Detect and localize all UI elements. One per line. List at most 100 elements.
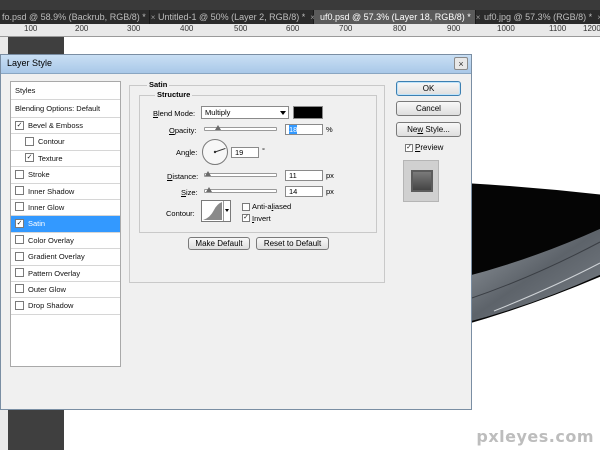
slider-thumb[interactable] (205, 171, 212, 176)
texture-item[interactable]: ✓ Texture (11, 151, 120, 168)
contour-picker[interactable] (201, 200, 231, 222)
chevron-down-icon (280, 111, 286, 115)
tab-uf0-jpg[interactable]: uf0.jpg @ 57.3% (RGB/8) * × (476, 10, 600, 24)
distance-unit: px (326, 171, 334, 180)
list-item-label: Texture (38, 153, 63, 163)
structure-group-title: Structure (155, 90, 193, 99)
preview-checkbox[interactable]: ✓ (405, 144, 413, 152)
reset-to-default-button[interactable]: Reset to Default (256, 237, 329, 250)
list-item-label: Outer Glow (28, 284, 66, 294)
color-overlay-item[interactable]: Color Overlay (11, 233, 120, 250)
new-style-button[interactable]: New Style... (396, 122, 461, 137)
list-item-label: Inner Glow (28, 202, 65, 212)
stroke-checkbox[interactable] (15, 169, 24, 179)
ruler-number: 900 (447, 24, 461, 33)
close-icon[interactable]: × (454, 57, 468, 70)
tab-label: fo.psd @ 58.9% (Backrub, RGB/8) * (2, 12, 146, 22)
contour-dropdown[interactable] (223, 201, 230, 221)
slider-thumb[interactable] (206, 187, 213, 192)
satin-checkbox[interactable]: ✓ (15, 218, 24, 228)
make-default-button[interactable]: Make Default (188, 237, 250, 250)
list-item-label: Drop Shadow (28, 301, 74, 311)
pattern-overlay-checkbox[interactable] (15, 268, 24, 278)
label-text: lend Mode: (158, 109, 196, 118)
opacity-input[interactable]: 18 (285, 124, 323, 135)
tab-fo-psd[interactable]: fo.psd @ 58.9% (Backrub, RGB/8) * × (0, 10, 155, 24)
opacity-label: Opacity: (169, 126, 197, 135)
slider-thumb[interactable] (214, 125, 221, 130)
stroke-item[interactable]: Stroke (11, 167, 120, 184)
styles-header[interactable]: Styles (11, 82, 120, 100)
inner-glow-checkbox[interactable] (15, 202, 24, 212)
tab-label: uf0.psd @ 57.3% (Layer 18, RGB/8) * (320, 12, 471, 22)
inner-glow-item[interactable]: Inner Glow (11, 200, 120, 217)
label-text: ize: (186, 188, 198, 197)
ruler-number: 1200 (583, 24, 600, 33)
drop-shadow-item[interactable]: Drop Shadow (11, 298, 120, 315)
opacity-unit: % (326, 125, 333, 134)
satin-item[interactable]: ✓ Satin (11, 216, 120, 233)
invert-checkbox[interactable]: ✓ (242, 214, 250, 222)
list-item-label: Styles (15, 86, 36, 95)
blending-options-item[interactable]: Blending Options: Default (11, 100, 120, 118)
blend-mode-select[interactable]: Multiply (201, 106, 289, 119)
bevel-emboss-item[interactable]: ✓ Bevel & Emboss (11, 118, 120, 135)
bevel-emboss-checkbox[interactable]: ✓ (15, 120, 24, 130)
pattern-overlay-item[interactable]: Pattern Overlay (11, 266, 120, 282)
label-text: review (420, 143, 444, 152)
ruler-number: 700 (339, 24, 353, 33)
tab-uf0-psd[interactable]: uf0.psd @ 57.3% (Layer 18, RGB/8) * × (314, 10, 480, 24)
angle-unit: ° (262, 146, 265, 155)
gradient-overlay-item[interactable]: Gradient Overlay (11, 249, 120, 266)
contour-curve-icon (203, 202, 222, 220)
angle-input[interactable]: 19 (231, 147, 259, 158)
inner-shadow-checkbox[interactable] (15, 186, 24, 196)
outer-glow-checkbox[interactable] (15, 284, 24, 294)
dialog-titlebar[interactable]: Layer Style × (1, 55, 471, 74)
ok-button[interactable]: OK (396, 81, 461, 96)
document-tab-bar: fo.psd @ 58.9% (Backrub, RGB/8) * × Untit… (0, 10, 600, 24)
size-label: Size: (181, 188, 198, 197)
list-item-label: Color Overlay (28, 235, 74, 245)
satin-group-title: Satin (147, 80, 170, 89)
texture-checkbox[interactable]: ✓ (25, 153, 34, 163)
list-item-label: Pattern Overlay (28, 268, 81, 278)
blend-color-swatch[interactable] (293, 106, 323, 119)
label-text: pacity: (174, 126, 197, 135)
gradient-overlay-checkbox[interactable] (15, 251, 24, 261)
blend-mode-label: Blend Mode: (153, 109, 195, 118)
label-text: iased (273, 202, 292, 211)
color-overlay-checkbox[interactable] (15, 235, 24, 245)
inner-shadow-item[interactable]: Inner Shadow (11, 184, 120, 200)
ruler-number: 1100 (549, 24, 567, 33)
distance-input[interactable]: 11 (285, 170, 323, 181)
cancel-button[interactable]: Cancel (396, 101, 461, 116)
tab-untitled-1[interactable]: Untitled-1 @ 50% (Layer 2, RGB/8) * × (150, 10, 315, 24)
size-slider[interactable] (204, 187, 277, 193)
outer-glow-item[interactable]: Outer Glow (11, 282, 120, 299)
distance-value: 11 (289, 171, 297, 180)
list-item-label: Blending Options: Default (15, 104, 101, 113)
drop-shadow-checkbox[interactable] (15, 300, 24, 310)
distance-label: Distance: (167, 172, 198, 181)
size-input[interactable]: 14 (285, 186, 323, 197)
angle-value: 19 (235, 148, 244, 157)
horizontal-ruler: 100 200 300 400 500 600 700 800 900 1000… (0, 24, 600, 37)
dialog-title: Layer Style (7, 58, 53, 68)
ruler-number: 400 (180, 24, 194, 33)
ruler-number: 500 (234, 24, 248, 33)
label-text: Style... (423, 125, 450, 134)
list-item-label: Gradient Overlay (28, 252, 85, 262)
contour-checkbox[interactable] (25, 136, 34, 146)
contour-item[interactable]: Contour (11, 134, 120, 151)
distance-slider[interactable] (204, 171, 277, 177)
opacity-slider[interactable] (204, 125, 277, 131)
label-text: nvert (254, 214, 271, 223)
ruler-number: 600 (286, 24, 300, 33)
list-item-label: Inner Shadow (28, 186, 75, 196)
ruler-number: 200 (75, 24, 89, 33)
ruler-number: 100 (24, 24, 38, 33)
angle-dial[interactable] (201, 138, 229, 166)
preview-label: Preview (415, 143, 443, 152)
anti-aliased-checkbox[interactable] (242, 203, 250, 211)
